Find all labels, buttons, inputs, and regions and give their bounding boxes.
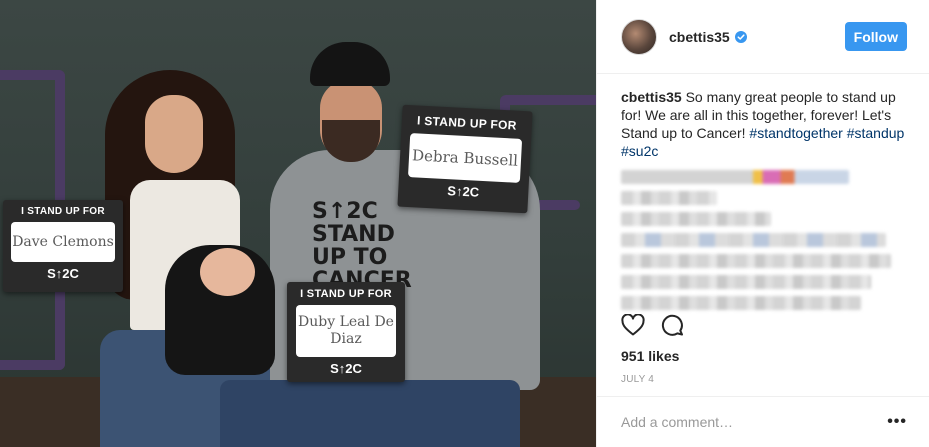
woman-face (145, 95, 203, 173)
sign-heading: I STAND UP FOR (300, 288, 392, 300)
like-count[interactable]: 951 likes (621, 348, 679, 364)
comment-input[interactable] (621, 414, 888, 430)
blurred-comment (621, 212, 771, 226)
sign-center: I STAND UP FOR Duby Leal De Diaz S↑2C (287, 282, 405, 382)
hashtag-link[interactable]: #su2c (621, 143, 658, 159)
post-photo[interactable]: S↑2C STAND UP TO CANCER I STAND UP FOR D… (0, 0, 596, 447)
sign-heading: I STAND UP FOR (416, 113, 518, 133)
man-jeans (220, 380, 520, 447)
more-options-button[interactable]: ••• (887, 414, 907, 430)
sign-heading: I STAND UP FOR (21, 206, 105, 217)
hashtag-link[interactable]: #standtogether (749, 125, 842, 141)
post-sidebar: cbettis35 Follow cbettis35 So many great… (596, 0, 929, 447)
action-bar (621, 314, 685, 338)
sign-left: I STAND UP FOR Dave Clemons S↑2C (3, 200, 123, 292)
shirt-print: S↑2C STAND UP TO CANCER (312, 200, 432, 292)
avatar[interactable] (621, 18, 657, 55)
comment-bar: ••• (597, 396, 929, 447)
follow-button[interactable]: Follow (844, 22, 907, 51)
heart-outline-icon[interactable] (621, 314, 645, 338)
su2c-logo: S↑2C (330, 361, 362, 376)
sign-name: Duby Leal De Diaz (296, 305, 396, 357)
baby-face (200, 248, 255, 296)
blurred-comments (621, 170, 907, 310)
speech-bubble-icon[interactable] (661, 314, 685, 338)
hashtag-link[interactable]: #standup (847, 125, 905, 141)
blurred-comment (621, 254, 891, 268)
blurred-comment (621, 233, 886, 247)
sign-name: Dave Clemons (11, 222, 115, 262)
su2c-logo: S↑2C (447, 183, 480, 200)
caption-username[interactable]: cbettis35 (621, 89, 682, 105)
blurred-comment (621, 191, 717, 205)
shirt-line: STAND (312, 222, 395, 247)
blurred-comment (621, 275, 871, 289)
caption: cbettis35 So many great people to stand … (597, 74, 929, 336)
shirt-line: UP TO (312, 245, 388, 270)
blurred-comment (621, 170, 849, 184)
verified-badge-icon (734, 30, 747, 43)
sign-right: I STAND UP FOR Debra Bussell S↑2C (397, 104, 533, 214)
blurred-comment (621, 296, 861, 310)
header-username[interactable]: cbettis35 (669, 29, 730, 45)
su2c-logo: S↑2C (47, 266, 79, 281)
post-header: cbettis35 Follow (597, 0, 929, 74)
post-date[interactable]: JULY 4 (621, 374, 654, 385)
sign-name: Debra Bussell (407, 133, 523, 183)
